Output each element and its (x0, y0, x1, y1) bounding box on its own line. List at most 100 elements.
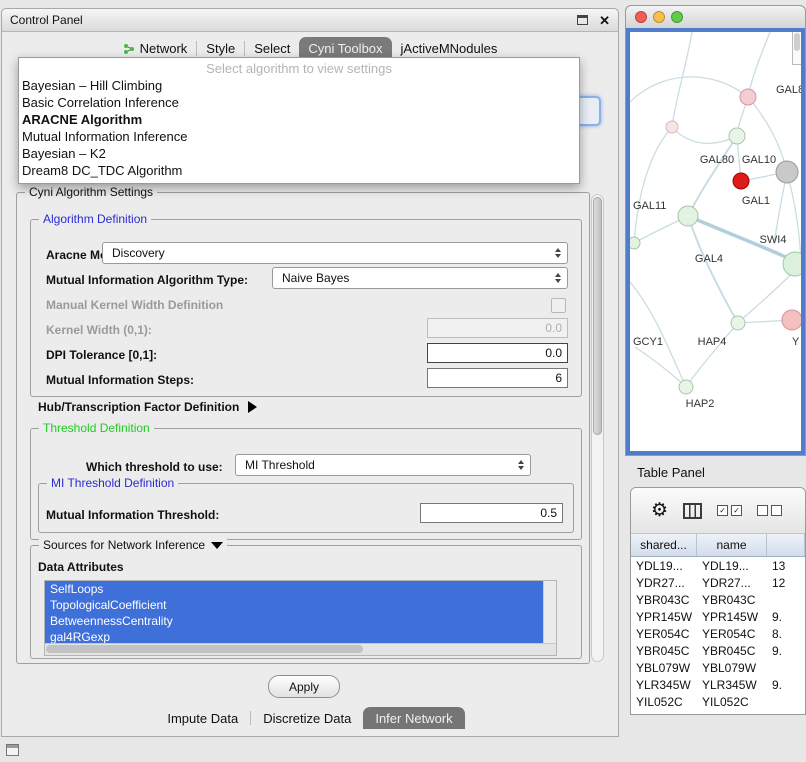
settings-group-title: Cyni Algorithm Settings (25, 185, 157, 200)
table-row[interactable]: YDR27... YDR27... 12 (631, 574, 805, 591)
cell-shared-name: YLR345W (631, 678, 697, 692)
tab-cyni-toolbox-label: Cyni Toolbox (308, 41, 382, 56)
column-header-partial[interactable] (767, 534, 805, 556)
manual-kernel-label: Manual Kernel Width Definition (46, 298, 223, 312)
network-node-gal4[interactable] (678, 206, 698, 226)
cell-name: YLR345W (697, 678, 767, 692)
tab-infer-network-label: Infer Network (375, 711, 452, 726)
minimized-panel-icon[interactable] (6, 744, 19, 756)
network-node-bottom[interactable] (679, 380, 693, 394)
cell-name: YIL052C (697, 695, 767, 709)
network-window-titlebar (626, 6, 805, 29)
manual-kernel-checkbox (551, 298, 566, 313)
cell-shared-name: YBL079W (631, 661, 697, 675)
dropdown-item[interactable]: Basic Correlation Inference (19, 94, 579, 111)
deselect-all-checks-icon[interactable] (757, 505, 782, 516)
apply-button[interactable]: Apply (268, 675, 340, 698)
tab-infer-network[interactable]: Infer Network (363, 707, 464, 729)
table-row[interactable]: YBR043C YBR043C (631, 591, 805, 608)
hub-definition-expander[interactable]: Hub/Transcription Factor Definition (38, 400, 257, 414)
close-traffic-light-icon[interactable] (635, 11, 647, 23)
settings-scrollbar[interactable] (591, 194, 604, 662)
node-label: GAL10 (742, 154, 776, 166)
cell-shared-name: YPR145W (631, 610, 697, 624)
network-canvas[interactable]: GAL8 GAL80 GAL10 GAL11 GAL1 SWI4 GAL4 GC… (630, 32, 801, 451)
dropdown-item-selected[interactable]: ARACNE Algorithm (19, 111, 579, 128)
tab-jactivemodules-label: jActiveMNodules (401, 41, 498, 56)
table-row[interactable]: YBL079W YBL079W (631, 659, 805, 676)
network-node-left-small[interactable] (630, 237, 640, 249)
combo-arrows-icon (518, 460, 530, 470)
mi-type-combobox[interactable]: Naive Bayes (272, 267, 568, 289)
dropdown-item[interactable]: Bayesian – Hill Climbing (19, 77, 579, 94)
node-label: Y (792, 336, 800, 348)
network-node-green-top[interactable] (729, 128, 745, 144)
dropdown-item[interactable]: Bayesian – K2 (19, 145, 579, 162)
column-header-shared-name[interactable]: shared... (631, 534, 697, 556)
table-row[interactable]: YLR345W YLR345W 9. (631, 676, 805, 693)
dropdown-item[interactable]: Mutual Information Inference (19, 128, 579, 145)
table-row[interactable]: YIL052C YIL052C (631, 693, 805, 710)
network-node-labels: GAL8 GAL80 GAL10 GAL11 GAL1 SWI4 GAL4 GC… (633, 84, 801, 410)
tab-impute-data[interactable]: Impute Data (155, 707, 250, 729)
attribute-list-item-selected[interactable]: SelfLoops (45, 581, 544, 597)
checked-box-icon: ✓ (731, 505, 742, 516)
table-toolbar: ⚙ ✓ ✓ (631, 488, 805, 534)
aracne-mode-combobox[interactable]: Discovery (102, 242, 568, 264)
which-threshold-label: Which threshold to use: (86, 460, 223, 474)
tab-discretize-data[interactable]: Discretize Data (251, 707, 363, 729)
scrollbar-thumb[interactable] (794, 33, 800, 51)
sources-group-title[interactable]: Sources for Network Inference (39, 538, 227, 553)
table-panel-window: ⚙ ✓ ✓ shared... name YDL19... YDL19... 1… (630, 487, 806, 715)
scrollbar-thumb[interactable] (46, 645, 363, 653)
dropdown-placeholder: Select algorithm to view settings (19, 60, 579, 77)
mi-steps-input[interactable] (427, 368, 568, 388)
close-icon[interactable]: ✕ (599, 14, 610, 27)
cell-name: YBL079W (697, 661, 767, 675)
kernel-width-input (427, 318, 568, 338)
gear-icon[interactable]: ⚙ (651, 501, 668, 520)
cell-name: YDL19... (697, 559, 767, 573)
settings-scrollbar-thumb[interactable] (593, 197, 602, 435)
select-all-checks-icon[interactable]: ✓ ✓ (717, 505, 742, 516)
collapse-arrow-icon (211, 542, 223, 549)
checked-box-icon: ✓ (717, 505, 728, 516)
cyni-bottom-tabs: Impute Data Discretize Data Infer Networ… (2, 707, 618, 729)
node-label: GAL4 (695, 253, 723, 265)
attribute-list-item-selected[interactable]: TopologicalCoefficient (45, 597, 544, 613)
node-label: HAP2 (686, 398, 715, 410)
data-attributes-list[interactable]: SelfLoops TopologicalCoefficient Between… (44, 580, 557, 656)
cell-value: 9. (767, 678, 805, 692)
mi-type-label: Mutual Information Algorithm Type: (46, 273, 248, 287)
threshold-definition-title: Threshold Definition (39, 421, 154, 436)
float-window-icon[interactable] (577, 15, 588, 25)
table-row[interactable]: YBR045C YBR045C 9. (631, 642, 805, 659)
cell-name: YDR27... (697, 576, 767, 590)
network-node-pink-top[interactable] (740, 89, 756, 105)
which-threshold-combobox[interactable]: MI Threshold (235, 454, 531, 476)
network-vertical-scrollbar[interactable] (792, 32, 801, 65)
network-node-red[interactable] (733, 173, 749, 189)
attribute-list-horizontal-scrollbar[interactable] (45, 643, 556, 655)
zoom-traffic-light-icon[interactable] (671, 11, 683, 23)
columns-icon[interactable] (683, 503, 702, 519)
kernel-width-label: Kernel Width (0,1): (46, 323, 152, 337)
mi-threshold-input[interactable] (420, 503, 563, 523)
dpi-tolerance-input[interactable] (427, 343, 568, 363)
tab-discretize-data-label: Discretize Data (263, 711, 351, 726)
network-node-pink-right[interactable] (782, 310, 801, 330)
network-node-faint-pink[interactable] (666, 121, 678, 133)
column-header-name[interactable]: name (697, 534, 767, 556)
table-row[interactable]: YPR145W YPR145W 9. (631, 608, 805, 625)
control-panel-window: Control Panel ✕ Network Style Select Cyn… (1, 8, 619, 737)
minimize-traffic-light-icon[interactable] (653, 11, 665, 23)
table-header-row: shared... name (631, 534, 805, 557)
table-row[interactable]: YER054C YER054C 8. (631, 625, 805, 642)
table-row[interactable]: YDL19... YDL19... 13 (631, 557, 805, 574)
attribute-list-vertical-scrollbar[interactable] (543, 581, 556, 644)
dropdown-item[interactable]: Dream8 DC_TDC Algorithm (19, 162, 579, 179)
cell-shared-name: YBR043C (631, 593, 697, 607)
network-node-gray[interactable] (776, 161, 798, 183)
network-node-mid[interactable] (731, 316, 745, 330)
attribute-list-item-selected[interactable]: BetweennessCentrality (45, 613, 544, 629)
